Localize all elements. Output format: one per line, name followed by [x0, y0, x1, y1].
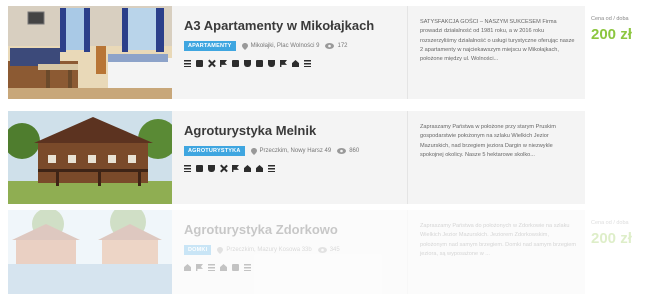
cutlery-icon [220, 60, 227, 67]
location-pin-icon [217, 246, 224, 254]
trash-icon [232, 60, 239, 67]
category-badge[interactable]: AGROTURYSTYKA [184, 146, 245, 156]
listing-photo[interactable] [8, 6, 172, 99]
listing-description: Zapraszamy Państwa do położonych w Zdork… [407, 210, 585, 294]
car-icon [184, 264, 191, 271]
listing-card[interactable]: Agroturystyka Zdorkowo DOMKI Przeczkim, … [8, 210, 644, 294]
person-icon [196, 264, 203, 271]
bed-icon [184, 60, 191, 67]
no-smoking-icon [220, 165, 227, 172]
location-pin-icon [250, 147, 257, 155]
person-icon [232, 165, 239, 172]
price-box [585, 111, 644, 204]
amenities-row [184, 165, 397, 172]
views-eye-icon [317, 247, 327, 253]
listing-title[interactable]: Agroturystyka Zdorkowo [184, 222, 397, 237]
category-badge[interactable]: DOMKI [184, 245, 212, 255]
views-eye-icon [337, 148, 347, 154]
listing-card[interactable]: A3 Apartamenty w Mikołajkach APARTAMENTY… [8, 6, 644, 99]
listing-photo[interactable] [8, 111, 172, 204]
no-smoking-icon [208, 60, 215, 67]
views-count: 172 [337, 43, 348, 49]
lock-icon [196, 60, 203, 67]
listing-location: Mikołajki, Plac Wolności 9 [250, 43, 320, 49]
flag-icon [280, 60, 287, 67]
lock-icon [196, 165, 203, 172]
listing-location: Przeczkim, Mazury Kosowa 33b [226, 247, 312, 253]
price-value: 200 zł [591, 26, 632, 43]
home-icon [244, 165, 251, 172]
listing-card[interactable]: Agroturystyka Melnik AGROTURYSTYKA Przec… [8, 111, 644, 204]
monitor-icon [232, 264, 239, 271]
price-label: Cena od / doba [591, 16, 629, 22]
car-icon [292, 60, 299, 67]
amenities-row [184, 264, 397, 271]
views-eye-icon [325, 43, 335, 49]
listing-title[interactable]: A3 Apartamenty w Mikołajkach [184, 18, 397, 33]
price-box: Cena od / doba 200 zł [585, 210, 644, 294]
menu-icon [268, 165, 275, 172]
wine-icon [268, 60, 275, 67]
views-count: 345 [329, 247, 340, 253]
car-icon [256, 165, 263, 172]
menu-icon [244, 264, 251, 271]
listing-description: SATYSFAKCJA GOŚCI – NASZYM SUKCESEM Firm… [407, 6, 585, 99]
price-value: 200 zł [591, 230, 632, 247]
views-count: 860 [349, 148, 360, 154]
listing-title[interactable]: Agroturystyka Melnik [184, 123, 397, 138]
price-label: Cena od / doba [591, 220, 629, 226]
home-icon [220, 264, 227, 271]
category-badge[interactable]: APARTAMENTY [184, 41, 236, 51]
listing-description: Zapraszamy Państwa w położone przy stary… [407, 111, 585, 204]
price-box: Cena od / doba 200 zł [585, 6, 644, 99]
bed-icon [208, 264, 215, 271]
listing-location: Przeczkim, Nowy Harsz 49 [259, 148, 332, 154]
amenities-row [184, 60, 397, 67]
sink-icon [208, 165, 215, 172]
menu-icon [304, 60, 311, 67]
bed-icon [184, 165, 191, 172]
monitor-icon [256, 60, 263, 67]
location-pin-icon [241, 42, 248, 50]
listing-photo[interactable] [8, 210, 172, 294]
toilet-icon [244, 60, 251, 67]
